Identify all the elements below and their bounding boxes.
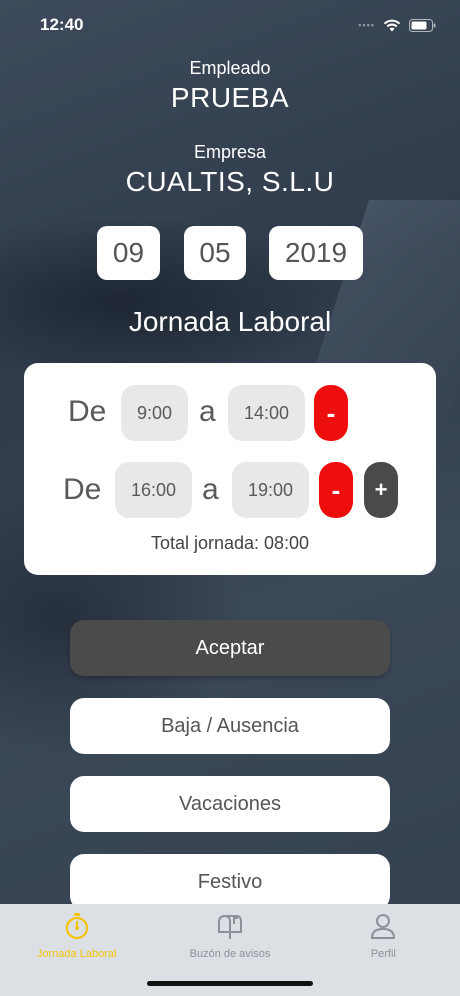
- employee-name: PRUEBA: [170, 82, 290, 113]
- shift-start-time[interactable]: 9:00: [121, 385, 188, 441]
- holiday-button[interactable]: Festivo: [70, 854, 390, 910]
- tab-perfil[interactable]: Perfil: [307, 904, 460, 996]
- total-hours: Total jornada: 08:00: [150, 533, 310, 553]
- stopwatch-icon: [64, 912, 90, 945]
- status-time: 12:40: [40, 15, 84, 34]
- tab-jornada-laboral[interactable]: Jornada Laboral: [0, 904, 153, 996]
- shift-from-label: De: [63, 473, 102, 506]
- tab-label: Perfil: [370, 948, 396, 960]
- shift-end-time[interactable]: 14:00: [228, 385, 305, 441]
- wifi-icon: [383, 19, 401, 32]
- add-shift-button[interactable]: +: [364, 462, 398, 518]
- status-bar: 12:40 ▪▪▪▪: [0, 0, 460, 50]
- company-label: Empresa: [193, 142, 267, 162]
- tab-label: Jornada Laboral: [36, 948, 117, 960]
- shift-from-label: De: [68, 395, 107, 428]
- employee-label: Empleado: [189, 58, 271, 78]
- shifts-card: De 9:00 a 14:00 - De 16:00 a 19:00 - + T…: [24, 363, 436, 575]
- date-year-field[interactable]: 2019: [269, 226, 363, 280]
- shift-to-label: a: [199, 395, 216, 428]
- date-month-field[interactable]: 05: [184, 226, 246, 280]
- home-indicator[interactable]: [147, 981, 313, 986]
- date-day-field[interactable]: 09: [97, 226, 160, 280]
- shift-to-label: a: [202, 473, 219, 506]
- remove-shift-button[interactable]: -: [314, 385, 348, 441]
- user-icon: [369, 912, 397, 945]
- tab-label: Buzón de avisos: [189, 948, 271, 960]
- shift-end-time[interactable]: 19:00: [232, 462, 309, 518]
- section-title: Jornada Laboral: [128, 306, 332, 337]
- vacation-button[interactable]: Vacaciones: [70, 776, 390, 832]
- mailbox-icon: [215, 912, 245, 945]
- signal-icon: ▪▪▪▪: [358, 20, 375, 30]
- accept-button[interactable]: Aceptar: [70, 620, 390, 676]
- shift-start-time[interactable]: 16:00: [115, 462, 192, 518]
- remove-shift-button[interactable]: -: [319, 462, 353, 518]
- battery-icon: [409, 18, 436, 32]
- company-name: CUALTIS, S.L.U: [125, 166, 335, 197]
- leave-absence-button[interactable]: Baja / Ausencia: [70, 698, 390, 754]
